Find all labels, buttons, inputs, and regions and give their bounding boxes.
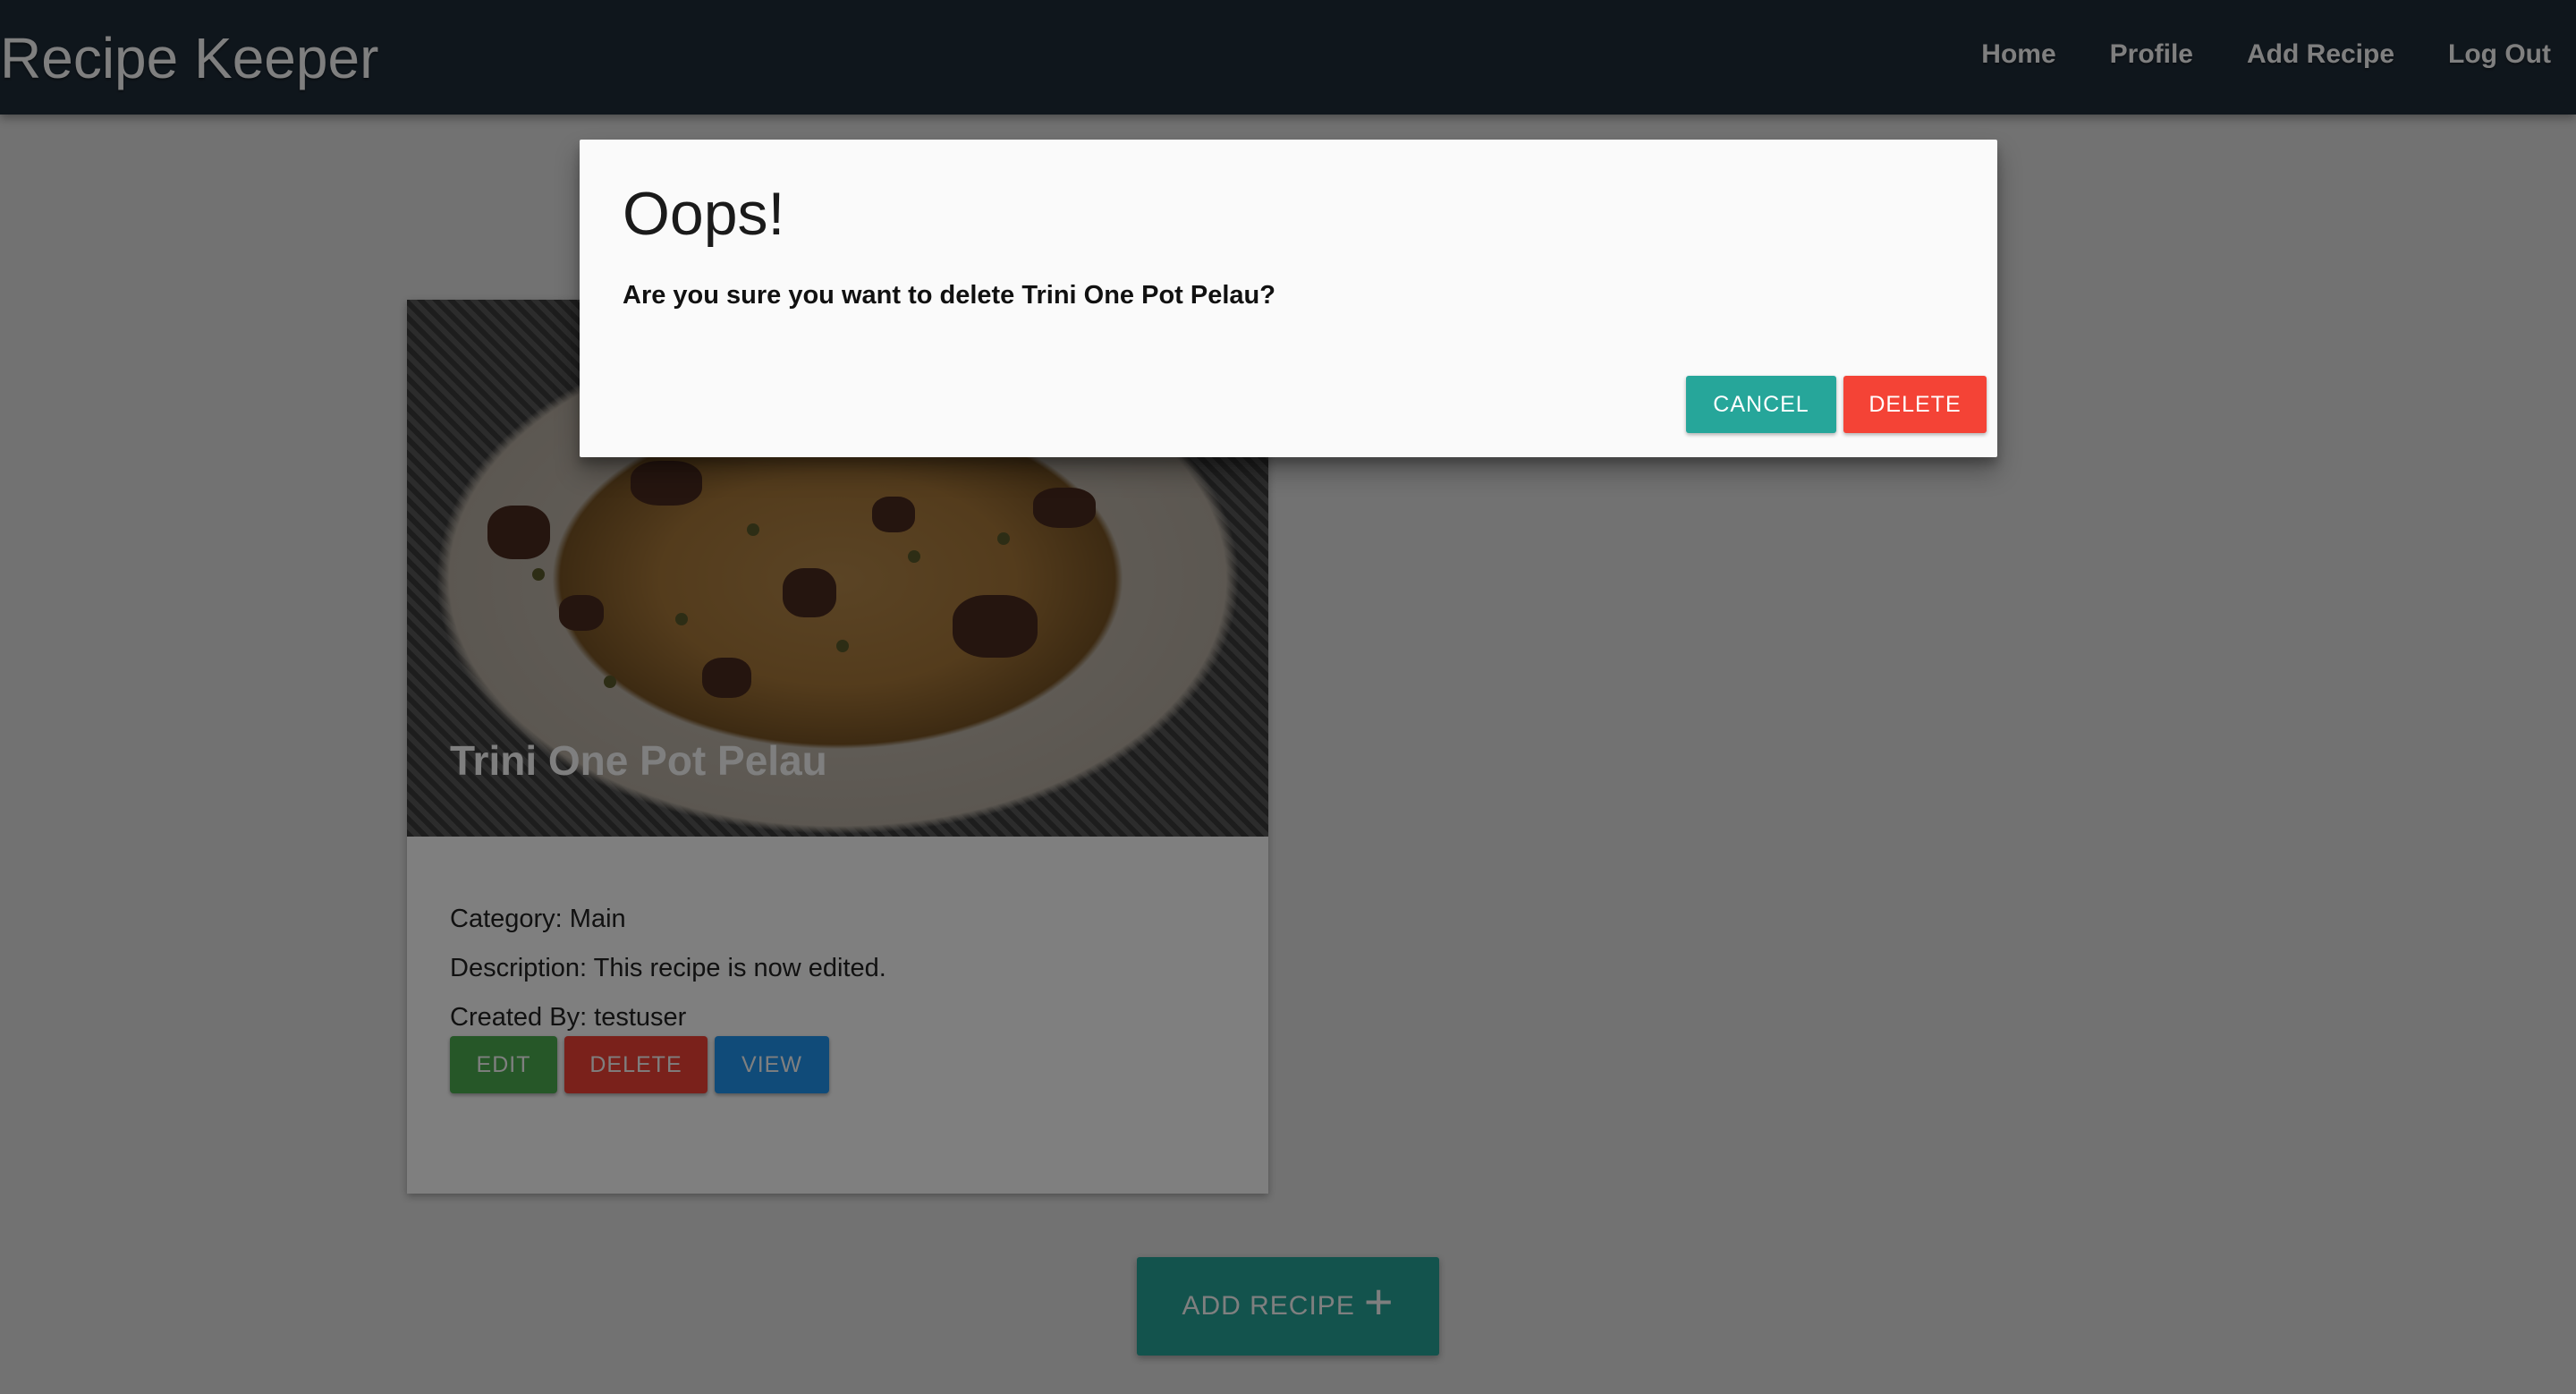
cancel-button[interactable]: CANCEL — [1686, 376, 1836, 433]
confirm-delete-button[interactable]: DELETE — [1843, 376, 1987, 433]
modal-actions: CANCEL DELETE — [1686, 376, 1987, 433]
delete-confirm-modal: Oops! Are you sure you want to delete Tr… — [580, 140, 1997, 457]
modal-title: Oops! — [623, 180, 785, 248]
modal-message: Are you sure you want to delete Trini On… — [623, 281, 1275, 310]
page: Recipe Keeper Home Profile Add Recipe Lo… — [0, 0, 2576, 1394]
